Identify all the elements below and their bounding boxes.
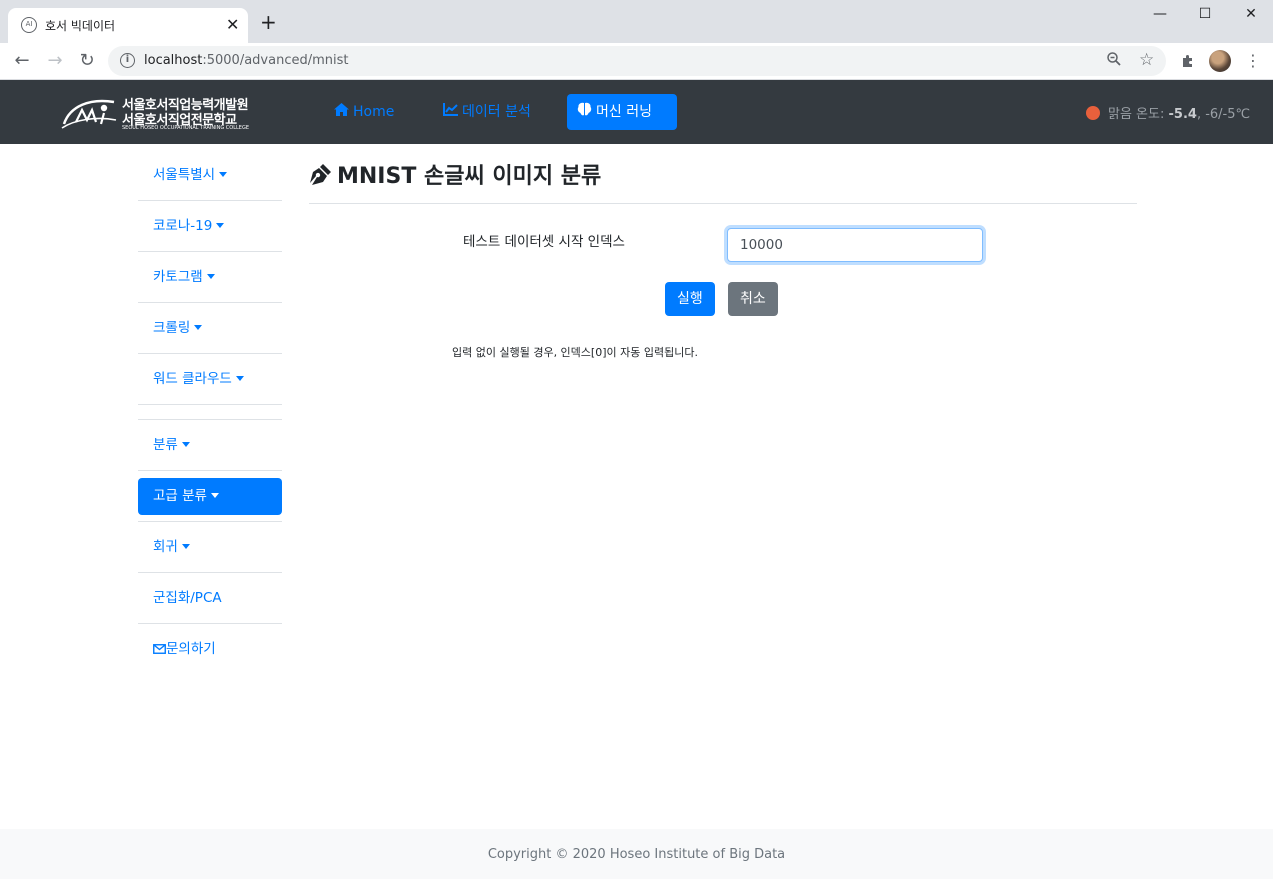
sidebar-item-label: 카토그램 xyxy=(153,269,203,285)
bookmark-star-icon[interactable]: ☆ xyxy=(1139,50,1154,70)
weather-label: 맑음 온도: xyxy=(1108,107,1169,122)
title-divider xyxy=(309,203,1137,204)
caret-down-icon xyxy=(219,172,228,177)
footer: Copyright © 2020 Hoseo Institute of Big … xyxy=(0,829,1273,879)
url-field[interactable]: i localhost:5000/advanced/mnist ☆ xyxy=(108,46,1166,76)
forward-icon[interactable]: → xyxy=(43,50,67,71)
address-bar: ← → ↻ i localhost:5000/advanced/mnist ☆ … xyxy=(0,43,1273,80)
sidebar-link-crawling[interactable]: 크롤링 xyxy=(138,303,282,353)
sidebar: 서울특별시 코로나-19 카토그램 크롤링 워드 클라우드 분류 고급 분류 회… xyxy=(138,150,282,675)
caret-down-icon xyxy=(210,493,219,498)
pen-nib-icon xyxy=(309,162,335,189)
page-title-text: MNIST 손글씨 이미지 분류 xyxy=(337,164,602,189)
zoom-icon[interactable] xyxy=(1106,51,1122,71)
start-index-input[interactable] xyxy=(727,228,983,262)
sidebar-item-contact: 문의하기 xyxy=(138,624,282,675)
nav-home[interactable]: Home xyxy=(324,94,404,130)
nav-home-label: Home xyxy=(353,104,395,120)
sidebar-item-label: 문의하기 xyxy=(166,641,216,657)
sidebar-item-covid: 코로나-19 xyxy=(138,201,282,252)
window-close-icon[interactable]: ✕ xyxy=(1228,6,1273,22)
sidebar-item-label: 크롤링 xyxy=(153,320,191,336)
sidebar-item-label: 서울특별시 xyxy=(153,167,216,183)
sidebar-item-crawling: 크롤링 xyxy=(138,303,282,354)
more-menu-icon[interactable]: ⋮ xyxy=(1245,51,1261,70)
minimize-icon[interactable]: — xyxy=(1137,6,1183,22)
favicon-icon: AI xyxy=(21,17,37,33)
caret-down-icon xyxy=(181,544,190,549)
cancel-button[interactable]: 취소 xyxy=(728,282,778,316)
sidebar-item-label: 회귀 xyxy=(153,539,178,555)
page-title: MNIST 손글씨 이미지 분류 xyxy=(309,158,601,190)
sidebar-item-seoul: 서울특별시 xyxy=(138,150,282,201)
sidebar-item-advanced-classification: 고급 분류 xyxy=(138,471,282,522)
sidebar-link-clustering[interactable]: 군집화/PCA xyxy=(138,573,282,623)
sidebar-item-label: 코로나-19 xyxy=(153,218,213,234)
sidebar-link-seoul[interactable]: 서울특별시 xyxy=(138,150,282,200)
brain-icon xyxy=(577,102,592,120)
sidebar-link-contact[interactable]: 문의하기 xyxy=(138,624,282,674)
nav-machine-learning-label: 머신 러닝 xyxy=(596,104,652,120)
browser-tab[interactable]: AI 호서 빅데이터 ✕ xyxy=(8,8,248,43)
url-text: localhost:5000/advanced/mnist xyxy=(144,53,348,68)
weather-range: , -6/-5℃ xyxy=(1196,107,1251,122)
weather-sun-icon xyxy=(1086,106,1100,120)
copyright-text: Copyright © 2020 Hoseo Institute of Big … xyxy=(487,847,786,862)
extensions-icon[interactable] xyxy=(1180,53,1196,73)
sidebar-divider xyxy=(138,405,282,420)
sidebar-link-classification[interactable]: 분류 xyxy=(138,420,282,470)
new-tab-icon[interactable]: + xyxy=(260,12,277,32)
weather-widget: 맑음 온도: -5.4, -6/-5℃ xyxy=(1086,103,1250,122)
sidebar-link-regression[interactable]: 회귀 xyxy=(138,522,282,572)
maximize-icon[interactable]: ☐ xyxy=(1182,6,1228,22)
caret-down-icon xyxy=(216,223,225,228)
sidebar-item-regression: 회귀 xyxy=(138,522,282,573)
sidebar-item-label: 분류 xyxy=(153,437,178,453)
sidebar-link-cartogram[interactable]: 카토그램 xyxy=(138,252,282,302)
sidebar-item-label: 군집화/PCA xyxy=(153,590,222,606)
sidebar-link-advanced-classification[interactable]: 고급 분류 xyxy=(138,478,282,515)
sidebar-item-cartogram: 카토그램 xyxy=(138,252,282,303)
home-icon xyxy=(334,103,349,120)
site-navbar: 서울호서직업능력개발원 서울호서직업전문학교 SEOUL HOSEO OCCUP… xyxy=(0,80,1273,144)
sidebar-item-label: 고급 분류 xyxy=(153,488,207,504)
nav-machine-learning[interactable]: 머신 러닝 xyxy=(567,94,677,130)
browser-tab-bar: AI 호서 빅데이터 ✕ + — ☐ ✕ xyxy=(0,0,1273,43)
chart-line-icon xyxy=(443,103,458,120)
sidebar-link-wordcloud[interactable]: 워드 클라우드 xyxy=(138,354,282,404)
profile-avatar[interactable] xyxy=(1209,50,1231,72)
run-button[interactable]: 실행 xyxy=(665,282,715,316)
info-icon[interactable]: i xyxy=(120,53,135,68)
nav-data-analysis-label: 데이터 분석 xyxy=(462,104,531,120)
tab-title: 호서 빅데이터 xyxy=(45,19,116,33)
help-text: 입력 없이 실행될 경우, 인덱스[0]이 자동 입력됩니다. xyxy=(452,346,698,359)
url-path: :5000/advanced/mnist xyxy=(202,53,349,68)
logo-subtitle: SEOUL HOSEO OCCUPATIONAL TRAINING COLLEG… xyxy=(122,125,249,131)
caret-down-icon xyxy=(181,442,190,447)
sidebar-link-covid[interactable]: 코로나-19 xyxy=(138,201,282,251)
start-index-label: 테스트 데이터셋 시작 인덱스 xyxy=(463,234,625,250)
caret-down-icon xyxy=(206,274,215,279)
caret-down-icon xyxy=(194,325,203,330)
back-icon[interactable]: ← xyxy=(10,50,34,71)
close-tab-icon[interactable]: ✕ xyxy=(226,15,239,34)
sidebar-item-wordcloud: 워드 클라우드 xyxy=(138,354,282,405)
url-host: localhost xyxy=(144,53,203,68)
logo-mark-icon xyxy=(61,99,117,129)
sidebar-item-clustering: 군집화/PCA xyxy=(138,573,282,624)
nav-data-analysis[interactable]: 데이터 분석 xyxy=(433,94,541,130)
reload-icon[interactable]: ↻ xyxy=(75,50,99,71)
caret-down-icon xyxy=(235,376,244,381)
sidebar-item-classification: 분류 xyxy=(138,420,282,471)
sidebar-item-label: 워드 클라우드 xyxy=(153,371,232,387)
weather-temp: -5.4 xyxy=(1168,107,1197,122)
envelope-icon xyxy=(153,641,166,657)
college-logo[interactable]: 서울호서직업능력개발원 서울호서직업전문학교 SEOUL HOSEO OCCUP… xyxy=(60,92,249,134)
